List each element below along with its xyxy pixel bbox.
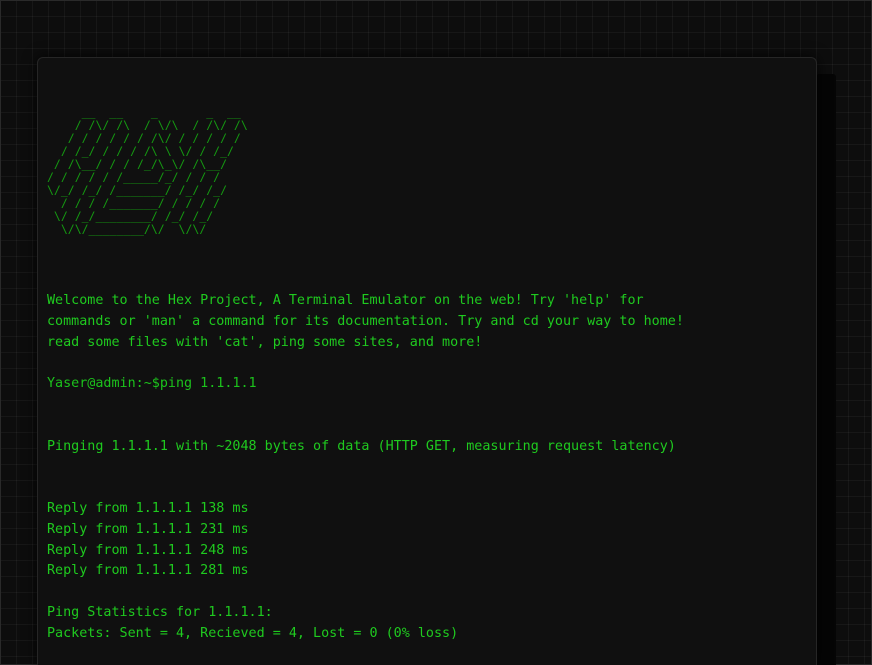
statistics-title-line: Ping Statistics for 1.1.1.1:: [47, 604, 273, 620]
reply-line: Reply from 1.1.1.1 281 ms: [47, 563, 249, 579]
packets-summary-line: Packets: Sent = 4, Recieved = 4, Lost = …: [47, 625, 459, 641]
hex-ascii-logo: __ __ _ _ __ / /\/ /\ / \/\ / /\/ /\ / /…: [47, 105, 248, 236]
ping-header-line: Pinging 1.1.1.1 with ~2048 bytes of data…: [47, 438, 676, 454]
welcome-line-1: Welcome to the Hex Project, A Terminal E…: [47, 293, 644, 308]
reply-line: Reply from 1.1.1.1 231 ms: [47, 521, 249, 537]
reply-line: Reply from 1.1.1.1 248 ms: [47, 542, 249, 558]
welcome-line-3: read some files with 'cat', ping some si…: [47, 334, 483, 350]
reply-line: Reply from 1.1.1.1 138 ms: [47, 500, 249, 516]
terminal-output: Welcome to the Hex Project, A Terminal E…: [47, 291, 807, 645]
welcome-line-2: commands or 'man' a command for its docu…: [47, 313, 684, 329]
command-prompt-line[interactable]: Yaser@admin:~$ping 1.1.1.1: [47, 374, 807, 395]
terminal-shadow-panel: [816, 74, 836, 665]
terminal-window[interactable]: __ __ _ _ __ / /\/ /\ / \/\ / /\/ /\ / /…: [37, 57, 817, 665]
